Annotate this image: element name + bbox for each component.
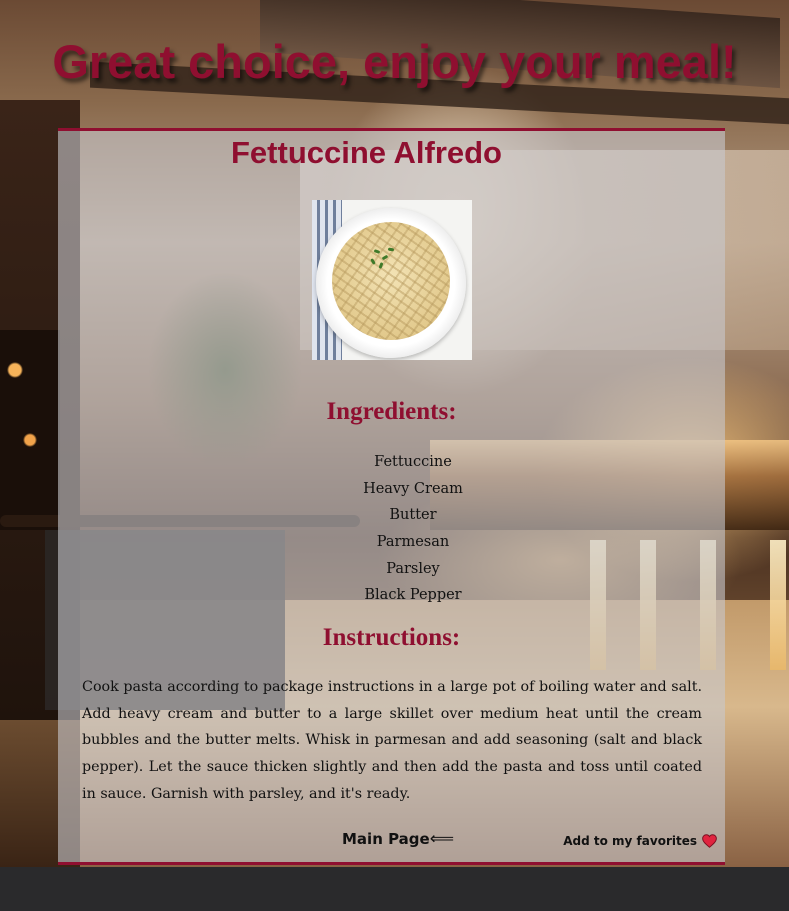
ingredient-item: Butter [389, 507, 437, 524]
page-headline: Great choice, enjoy your meal! [52, 35, 737, 88]
main-page-label: Main Page [342, 830, 430, 848]
fettuccine-alfredo-photo [312, 200, 472, 360]
ingredients-list: Fettuccine Heavy Cream Butter Parmesan P… [313, 449, 513, 609]
main-page-link[interactable]: Main Page⟸ [342, 829, 454, 849]
back-arrow-icon: ⟸ [429, 829, 455, 849]
ingredient-item: Black Pepper [364, 587, 462, 604]
recipe-page: Great choice, enjoy your meal! Fettuccin… [0, 0, 789, 911]
recipe-title: Fettuccine Alfredo [231, 135, 502, 170]
ingredient-item: Parmesan [376, 534, 450, 551]
instructions-heading: Instructions: [322, 624, 461, 651]
favorites-label: Add to my favorites [563, 834, 697, 848]
ingredient-item: Heavy Cream [363, 480, 463, 497]
ingredient-item: Fettuccine [374, 454, 452, 470]
instructions-text: Cook pasta according to package instruct… [82, 679, 702, 802]
recipe-card: Fettuccine Alfredo Ingredients: Fettucci… [58, 128, 725, 865]
add-to-favorites-button[interactable]: Add to my favorites [563, 834, 717, 848]
heart-icon [702, 834, 717, 848]
ingredient-item: Parsley [386, 560, 440, 577]
ingredients-heading: Ingredients: [326, 398, 457, 425]
